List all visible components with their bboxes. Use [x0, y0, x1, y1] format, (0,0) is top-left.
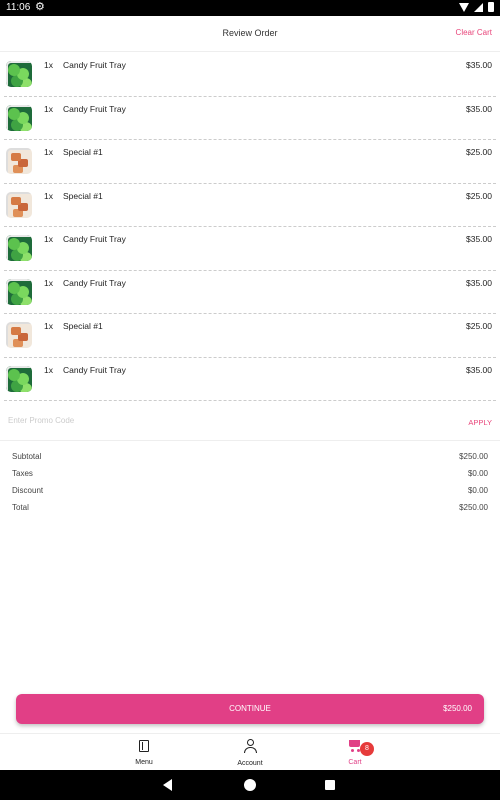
header: Review Order Clear Cart — [0, 16, 500, 52]
special-platter-image — [6, 191, 32, 218]
item-name: Candy Fruit Tray — [63, 277, 126, 288]
continue-label: CONTINUE — [229, 704, 271, 713]
discount-value: $0.00 — [467, 486, 488, 495]
item-name: Special #1 — [63, 190, 103, 201]
special-platter-image — [6, 322, 32, 348]
item-price: $35.00 — [466, 234, 492, 244]
recents-icon[interactable] — [325, 780, 335, 790]
veggie-tray-image — [6, 278, 32, 305]
nav-menu-label: Menu — [135, 759, 153, 766]
order-item[interactable]: 1x Candy Fruit Tray $35.00 — [4, 227, 496, 271]
nav-cart[interactable]: 8 Cart — [325, 739, 385, 766]
cart-count-badge: 8 — [360, 742, 374, 756]
order-items-list: 1x Candy Fruit Tray $35.00 1x Candy Frui… — [0, 53, 500, 401]
item-name: Special #1 — [63, 147, 103, 157]
continue-price: $250.00 — [443, 704, 472, 713]
total-value: $250.00 — [459, 503, 488, 512]
order-item[interactable]: 1x Special #1 $25.00 — [4, 140, 496, 184]
item-price: $25.00 — [466, 147, 492, 157]
discount-label: Discount — [12, 486, 44, 495]
order-item[interactable]: 1x Candy Fruit Tray $35.00 — [4, 358, 496, 401]
item-quantity: 1x — [44, 277, 53, 288]
item-quantity: 1x — [44, 147, 53, 157]
nav-menu[interactable]: Menu — [114, 739, 174, 766]
total-row: Total $250.00 — [12, 501, 488, 518]
veggie-tray-image — [6, 104, 32, 131]
promo-code-input[interactable] — [8, 416, 428, 425]
status-bar: 11:06 ⚙ — [0, 0, 500, 16]
discount-row: Discount $0.00 — [12, 484, 488, 501]
taxes-row: Taxes $0.00 — [12, 467, 488, 484]
item-quantity: 1x — [44, 103, 53, 114]
battery-icon — [488, 2, 494, 12]
order-item[interactable]: 1x Candy Fruit Tray $35.00 — [4, 97, 496, 140]
order-item[interactable]: 1x Candy Fruit Tray $35.00 — [4, 53, 496, 97]
veggie-tray-image — [6, 61, 32, 87]
apply-promo-button[interactable]: APPLY — [468, 418, 492, 427]
wifi-icon — [459, 2, 469, 12]
special-platter-image — [6, 148, 32, 174]
veggie-tray-image — [6, 365, 32, 392]
cell-signal-icon — [474, 2, 483, 12]
item-price: $25.00 — [466, 190, 492, 201]
veggie-tray-image — [6, 235, 32, 261]
continue-button[interactable]: CONTINUE $250.00 — [16, 694, 484, 724]
home-icon[interactable] — [244, 779, 256, 791]
total-label: Total — [12, 503, 29, 512]
item-name: Special #1 — [63, 321, 103, 331]
item-price: $35.00 — [466, 364, 492, 375]
item-price: $35.00 — [466, 60, 492, 70]
item-name: Candy Fruit Tray — [63, 60, 126, 70]
order-totals: Subtotal $250.00 Taxes $0.00 Discount $0… — [12, 450, 488, 518]
item-name: Candy Fruit Tray — [63, 364, 126, 375]
subtotal-value: $250.00 — [459, 452, 488, 461]
menu-book-icon — [139, 740, 149, 752]
status-indicators — [459, 2, 494, 12]
item-quantity: 1x — [44, 190, 53, 201]
order-item[interactable]: 1x Special #1 $25.00 — [4, 184, 496, 227]
back-icon[interactable] — [163, 779, 172, 791]
item-price: $35.00 — [466, 103, 492, 114]
settings-gear-icon: ⚙ — [35, 1, 45, 13]
nav-cart-label: Cart — [348, 759, 362, 766]
item-quantity: 1x — [44, 234, 53, 244]
item-quantity: 1x — [44, 321, 53, 331]
item-quantity: 1x — [44, 364, 53, 375]
promo-code-row: APPLY — [0, 406, 500, 441]
taxes-label: Taxes — [12, 469, 33, 478]
person-icon — [243, 739, 257, 753]
subtotal-label: Subtotal — [12, 452, 42, 461]
item-name: Candy Fruit Tray — [63, 103, 126, 114]
clear-cart-button[interactable]: Clear Cart — [456, 28, 492, 37]
item-price: $25.00 — [466, 321, 492, 331]
nav-account-label: Account — [237, 760, 263, 767]
nav-account[interactable]: Account — [220, 739, 280, 767]
item-quantity: 1x — [44, 60, 53, 70]
subtotal-row: Subtotal $250.00 — [12, 450, 488, 467]
taxes-value: $0.00 — [467, 469, 488, 478]
order-item[interactable]: 1x Special #1 $25.00 — [4, 314, 496, 358]
system-nav-bar — [0, 770, 500, 800]
item-price: $35.00 — [466, 277, 492, 288]
page-title: Review Order — [222, 28, 278, 38]
item-name: Candy Fruit Tray — [63, 234, 126, 244]
status-time: 11:06 — [6, 2, 31, 13]
order-item[interactable]: 1x Candy Fruit Tray $35.00 — [4, 271, 496, 314]
bottom-nav: Menu Account 8 Cart — [0, 733, 500, 770]
